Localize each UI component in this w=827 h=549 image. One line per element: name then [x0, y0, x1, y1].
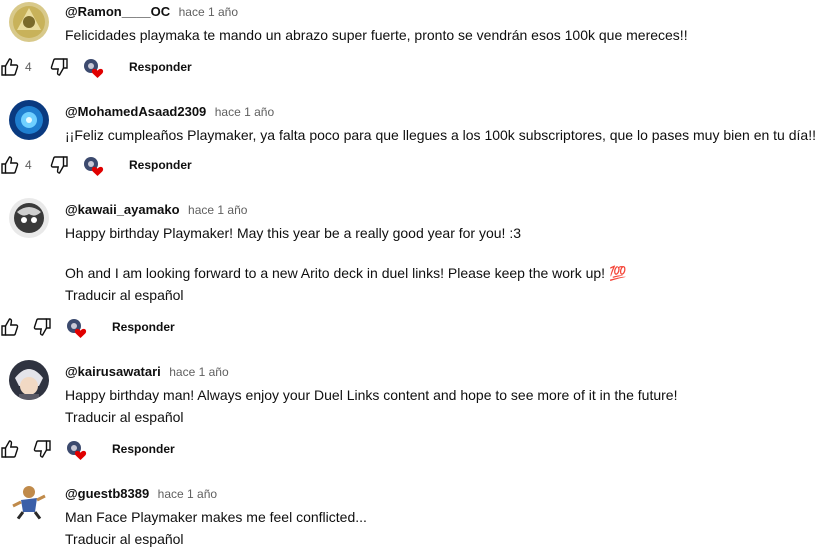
dislike-icon[interactable]	[49, 155, 69, 175]
like-count: 4	[25, 158, 32, 172]
dislike-icon[interactable]	[49, 57, 69, 77]
creator-heart-icon	[82, 155, 104, 176]
like-count: 4	[25, 60, 32, 74]
comment-time[interactable]: hace 1 año	[169, 365, 228, 379]
like-icon[interactable]	[0, 317, 20, 337]
comment: @kairusawatari hace 1 año Happy birthday…	[0, 358, 827, 478]
comment-time[interactable]: hace 1 año	[215, 105, 274, 119]
comment-text: Happy birthday Playmaker! May this year …	[65, 223, 819, 283]
translate-link[interactable]: Traducir al español	[65, 529, 184, 549]
comment-time[interactable]: hace 1 año	[158, 487, 217, 501]
like-icon[interactable]	[0, 155, 20, 175]
comment-text: ¡¡Feliz cumpleaños Playmaker, ya falta p…	[65, 125, 819, 145]
creator-heart-icon	[82, 57, 104, 78]
comment-author[interactable]: @kawaii_ayamako	[65, 202, 180, 217]
avatar[interactable]	[9, 100, 49, 140]
translate-link[interactable]: Traducir al español	[65, 285, 184, 305]
comment-author[interactable]: @MohamedAsaad2309	[65, 104, 206, 119]
like-icon[interactable]	[0, 57, 20, 77]
comment-text: Man Face Playmaker makes me feel conflic…	[65, 507, 819, 527]
comment: @kawaii_ayamako hace 1 año Happy birthda…	[0, 196, 827, 356]
comment-line: Felicidades playmaka te mando un abrazo …	[65, 27, 688, 43]
reply-button[interactable]: Responder	[112, 320, 175, 334]
dislike-icon[interactable]	[32, 317, 52, 337]
comment-line: Happy birthday Playmaker! May this year …	[65, 225, 521, 241]
creator-heart-icon	[65, 317, 87, 338]
avatar[interactable]	[9, 198, 49, 238]
reply-button[interactable]: Responder	[112, 442, 175, 456]
comment-time[interactable]: hace 1 año	[188, 203, 247, 217]
creator-heart-icon	[65, 439, 87, 460]
avatar[interactable]	[9, 360, 49, 400]
reply-button[interactable]: Responder	[129, 158, 192, 172]
dislike-icon[interactable]	[32, 439, 52, 459]
comment-line: Happy birthday man! Always enjoy your Du…	[65, 387, 678, 403]
comment-time[interactable]: hace 1 año	[179, 5, 238, 19]
comment-text: Felicidades playmaka te mando un abrazo …	[65, 25, 819, 45]
comment-line	[65, 243, 819, 263]
comment-line: Oh and I am looking forward to a new Ari…	[65, 265, 627, 281]
comment-author[interactable]: @kairusawatari	[65, 364, 161, 379]
comment-author[interactable]: @Ramon____OC	[65, 4, 170, 19]
like-icon[interactable]	[0, 439, 20, 459]
avatar[interactable]	[9, 2, 49, 42]
comment-line: ¡¡Feliz cumpleaños Playmaker, ya falta p…	[65, 127, 816, 143]
comment: @Ramon____OC hace 1 año Felicidades play…	[0, 0, 827, 100]
comment-text: Happy birthday man! Always enjoy your Du…	[65, 385, 819, 405]
comment-line: Man Face Playmaker makes me feel conflic…	[65, 509, 367, 525]
comment: @MohamedAsaad2309 hace 1 año ¡¡Feliz cum…	[0, 98, 827, 198]
avatar[interactable]	[9, 482, 49, 522]
comment: @guestb8389 hace 1 año Man Face Playmake…	[0, 480, 827, 549]
translate-link[interactable]: Traducir al español	[65, 407, 184, 427]
reply-button[interactable]: Responder	[129, 60, 192, 74]
comment-author[interactable]: @guestb8389	[65, 486, 149, 501]
